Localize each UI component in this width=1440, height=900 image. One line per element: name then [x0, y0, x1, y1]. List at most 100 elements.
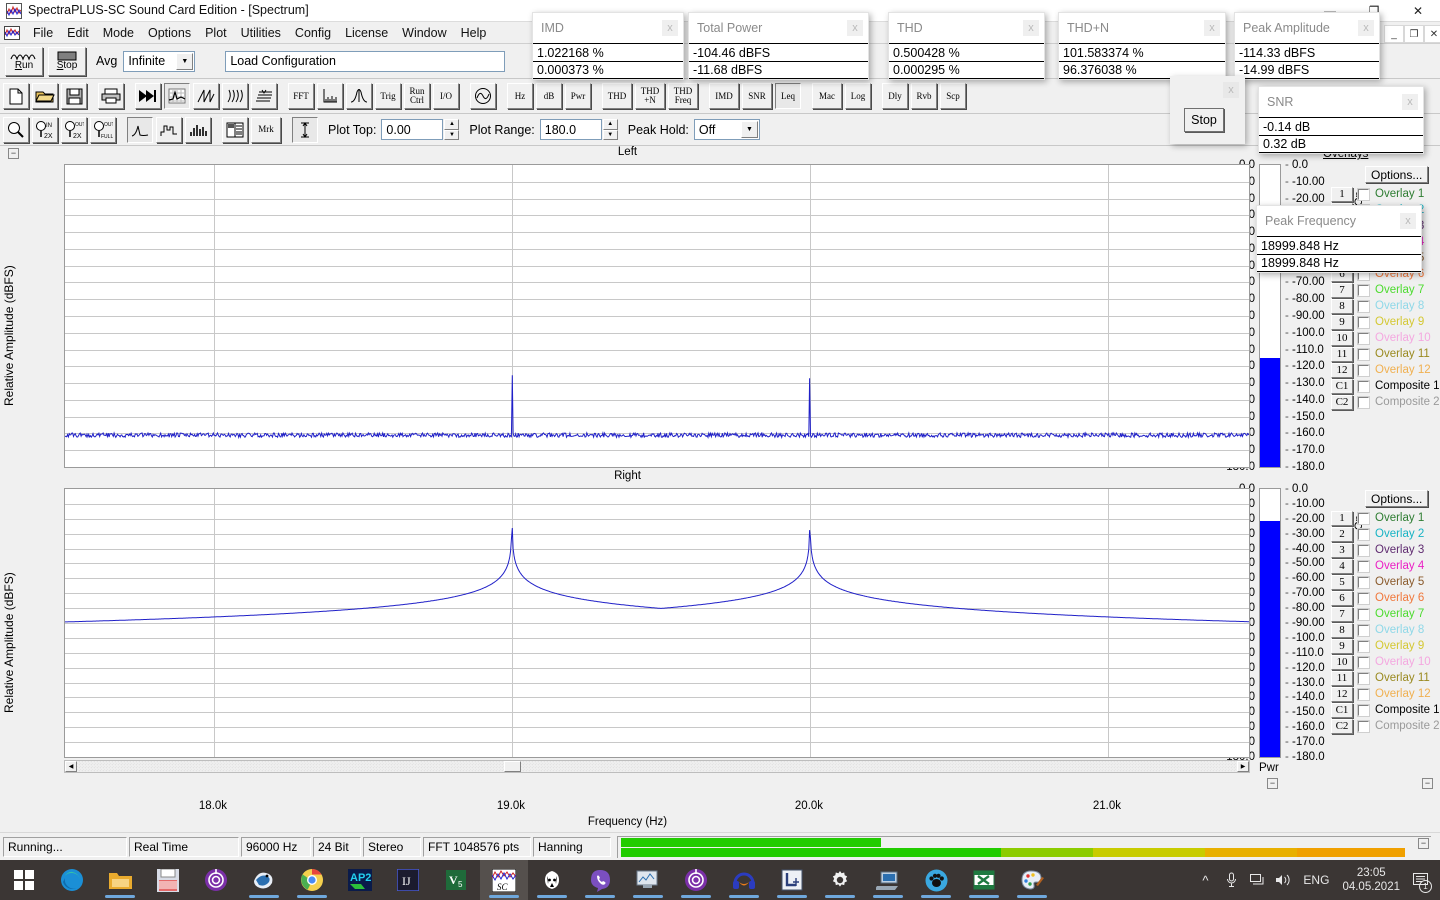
snr-button[interactable]: SNR: [742, 83, 772, 109]
avg-select[interactable]: Infinite ▼: [123, 51, 195, 72]
data-table-button[interactable]: [222, 117, 248, 143]
overlay-enable-checkbox[interactable]: [1358, 285, 1369, 296]
taskbar-viber[interactable]: [576, 860, 624, 900]
overlay-enable-checkbox[interactable]: [1358, 641, 1369, 652]
overlay-set-button[interactable]: C2: [1331, 719, 1353, 734]
overlay-enable-checkbox[interactable]: [1358, 397, 1369, 408]
fft-button[interactable]: FFT: [288, 83, 314, 109]
overlay-set-button[interactable]: 12: [1331, 687, 1353, 702]
close-icon[interactable]: x: [1204, 20, 1220, 36]
peak-amplitude-meter-header[interactable]: Peak Amplitude x: [1235, 13, 1379, 43]
zoom-button[interactable]: [3, 117, 29, 143]
close-icon[interactable]: x: [847, 20, 863, 36]
line-plot-button[interactable]: [127, 117, 153, 143]
new-file-button[interactable]: [3, 83, 29, 109]
overlay-enable-checkbox[interactable]: [1358, 673, 1369, 684]
plot-top-up-arrow[interactable]: ▲: [444, 119, 459, 130]
overlays-collapse-button[interactable]: −: [1422, 778, 1433, 789]
overlay-set-button[interactable]: 2: [1331, 527, 1353, 542]
overlay-set-button[interactable]: 5: [1331, 575, 1353, 590]
taskbar-lab-tool[interactable]: [768, 860, 816, 900]
menu-item-window[interactable]: Window: [395, 24, 453, 42]
run-control-float[interactable]: x Stop: [1170, 76, 1245, 144]
thd-button[interactable]: THD: [602, 83, 632, 109]
menu-item-edit[interactable]: Edit: [60, 24, 96, 42]
step-plot-button[interactable]: [156, 117, 182, 143]
overlay-enable-checkbox[interactable]: [1358, 317, 1369, 328]
bar-plot-button[interactable]: [185, 117, 211, 143]
delay-button[interactable]: Dly: [882, 83, 908, 109]
peak-frequency-meter-header[interactable]: Peak Frequency x: [1257, 206, 1421, 236]
total-power-meter-window[interactable]: Total Power x -104.46 dBFS -11.68 dBFS: [688, 12, 869, 80]
overlay-set-button[interactable]: 8: [1331, 299, 1353, 314]
plot-range-input[interactable]: 180.0: [540, 119, 602, 140]
hz-button[interactable]: Hz: [507, 83, 533, 109]
menu-item-license[interactable]: License: [338, 24, 395, 42]
plot-top-input[interactable]: 0.00: [381, 119, 443, 140]
scroll-right-arrow[interactable]: ▶: [1237, 761, 1249, 772]
language-indicator[interactable]: ENG: [1296, 873, 1336, 887]
chevron-down-icon[interactable]: ▼: [176, 53, 193, 70]
marker-button[interactable]: Mrk: [251, 117, 281, 143]
plot-range-stepper[interactable]: ▲ ▼: [603, 119, 618, 140]
pwr-collapse-button[interactable]: −: [1267, 778, 1278, 789]
taskbar-paw-app[interactable]: [912, 860, 960, 900]
frequency-scrollbar[interactable]: ◀ ▶: [64, 760, 1250, 773]
scrollbar-thumb[interactable]: [504, 761, 521, 772]
microphone-icon[interactable]: [1218, 860, 1244, 900]
overlay-enable-checkbox[interactable]: [1358, 545, 1369, 556]
taskbar-spectraplus[interactable]: SC: [480, 860, 528, 900]
taskbar-file-explorer[interactable]: [96, 860, 144, 900]
trigger-button[interactable]: Trig: [375, 83, 401, 109]
open-file-button[interactable]: [32, 83, 58, 109]
overlay-enable-checkbox[interactable]: [1358, 609, 1369, 620]
meter-collapse-button[interactable]: −: [1418, 838, 1429, 849]
peak-hold-select[interactable]: Off ▼: [694, 119, 760, 140]
float-stop-button[interactable]: Stop: [1184, 108, 1224, 132]
overlay-set-button[interactable]: 6: [1331, 591, 1353, 606]
io-button[interactable]: I/O: [433, 83, 459, 109]
leq-button[interactable]: Leq: [775, 83, 801, 109]
overlay-enable-checkbox[interactable]: [1358, 721, 1369, 732]
load-configuration-input[interactable]: Load Configuration: [225, 51, 505, 72]
zoom-in-2x-button[interactable]: IN2X: [32, 117, 58, 143]
peak-amplitude-meter-window[interactable]: Peak Amplitude x -114.33 dBFS -14.99 dBF…: [1234, 12, 1380, 80]
overlay-enable-checkbox[interactable]: [1358, 561, 1369, 572]
plot-top-down-arrow[interactable]: ▼: [444, 130, 459, 141]
menu-item-file[interactable]: File: [26, 24, 60, 42]
taskbar-remote-desktop[interactable]: [864, 860, 912, 900]
thd-meter-window[interactable]: THD x 0.500428 % 0.000295 %: [888, 12, 1045, 80]
overlay-set-button[interactable]: 4: [1331, 559, 1353, 574]
taskbar-headphones[interactable]: [720, 860, 768, 900]
imd-meter-window[interactable]: IMD x 1.022168 % 0.000373 %: [532, 12, 684, 80]
overlay-enable-checkbox[interactable]: [1358, 705, 1369, 716]
total-power-meter-header[interactable]: Total Power x: [689, 13, 868, 43]
spectrum-view-button[interactable]: [164, 83, 190, 109]
overlay-enable-checkbox[interactable]: [1358, 365, 1369, 376]
plot-scale-button[interactable]: [292, 117, 318, 143]
log-button[interactable]: Log: [845, 83, 871, 109]
close-icon[interactable]: x: [1223, 82, 1239, 98]
overlay-set-button[interactable]: C1: [1331, 379, 1353, 394]
overlay-set-button[interactable]: 1: [1331, 187, 1353, 202]
overlay-enable-checkbox[interactable]: [1358, 577, 1369, 588]
thd-freq-button[interactable]: THDFreq: [668, 83, 698, 109]
overlay-enable-checkbox[interactable]: [1358, 301, 1369, 312]
menu-item-utilities[interactable]: Utilities: [234, 24, 288, 42]
thd-n-button[interactable]: THD+N: [635, 83, 665, 109]
menu-item-config[interactable]: Config: [288, 24, 338, 42]
mdi-minimize-button[interactable]: _: [1384, 25, 1404, 43]
mdi-close-button[interactable]: ✕: [1424, 25, 1440, 43]
overlay-set-button[interactable]: 10: [1331, 655, 1353, 670]
taskbar-intellij[interactable]: IJ: [384, 860, 432, 900]
taskbar-excel[interactable]: [960, 860, 1008, 900]
close-icon[interactable]: x: [1358, 20, 1374, 36]
taskbar-settings[interactable]: [816, 860, 864, 900]
bell-curve-button[interactable]: [346, 83, 372, 109]
imd-meter-header[interactable]: IMD x: [533, 13, 683, 43]
plot-range-up-arrow[interactable]: ▲: [603, 119, 618, 130]
clock[interactable]: 23:05 04.05.2021: [1336, 866, 1406, 894]
taskbar-chrome[interactable]: [288, 860, 336, 900]
overlay-set-button[interactable]: 12: [1331, 363, 1353, 378]
right-spectrum-graph[interactable]: [64, 488, 1250, 758]
